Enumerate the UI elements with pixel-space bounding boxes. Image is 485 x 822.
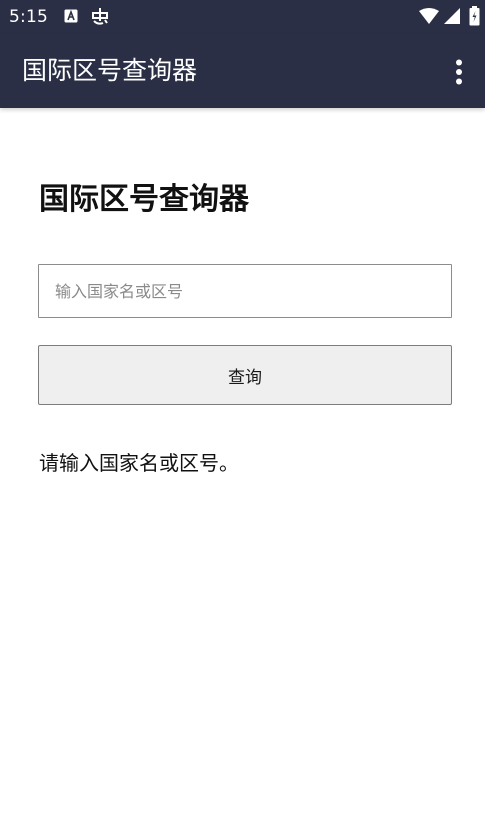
- app-screen: 5:15 国际区号查询器 国际区号查询器 输入国家名或区号 查询 请输入国家名或…: [0, 0, 485, 822]
- app-bar: 国际区号查询器: [0, 34, 485, 108]
- country-or-code-input[interactable]: [38, 264, 452, 318]
- app-notification-icon: [92, 8, 108, 25]
- a-notification-icon: [64, 9, 78, 23]
- status-time: 5:15: [9, 7, 48, 27]
- app-bar-title: 国际区号查询器: [22, 56, 198, 85]
- battery-icon: [469, 6, 480, 26]
- status-bar: 5:15: [0, 0, 485, 34]
- overflow-menu-button[interactable]: [440, 52, 478, 90]
- page-title: 国际区号查询器: [39, 182, 249, 217]
- wifi-icon: [419, 8, 439, 24]
- more-vert-icon: [456, 59, 462, 85]
- query-button[interactable]: 查询: [38, 345, 452, 405]
- result-message: 请输入国家名或区号。: [39, 451, 239, 475]
- signal-icon: [444, 8, 460, 24]
